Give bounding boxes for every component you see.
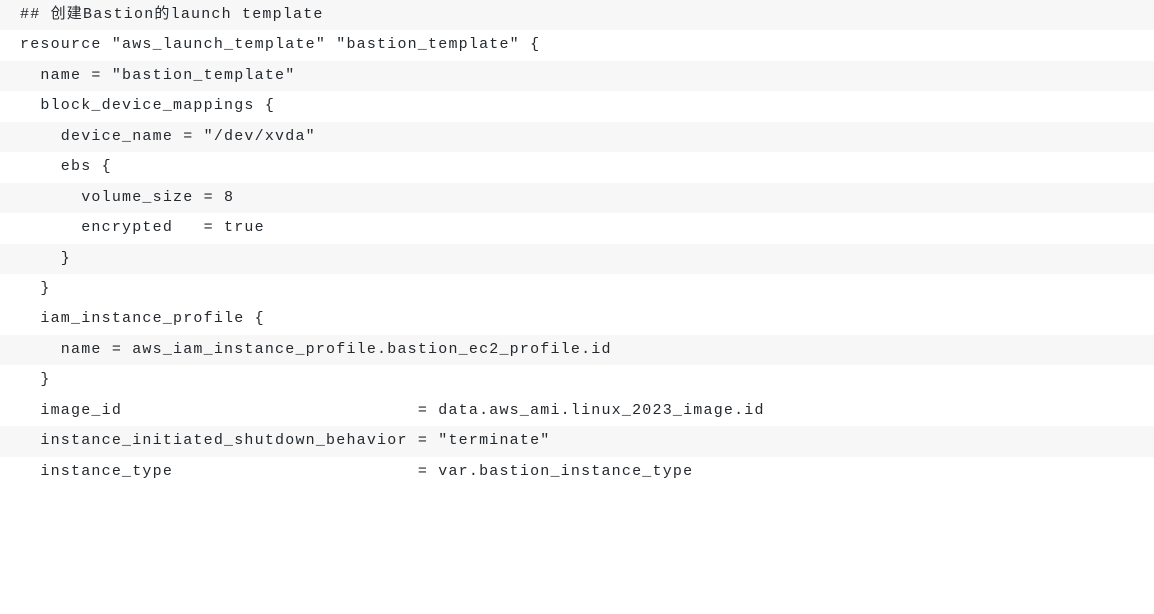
code-line: instance_initiated_shutdown_behavior = "…: [0, 426, 1154, 456]
code-line: ebs {: [0, 152, 1154, 182]
code-line: }: [0, 365, 1154, 395]
code-line: image_id = data.aws_ami.linux_2023_image…: [0, 396, 1154, 426]
code-line: name = aws_iam_instance_profile.bastion_…: [0, 335, 1154, 365]
code-line: ## 创建Bastion的launch template: [0, 0, 1154, 30]
code-line: iam_instance_profile {: [0, 304, 1154, 334]
code-line: }: [0, 244, 1154, 274]
code-line: instance_type = var.bastion_instance_typ…: [0, 457, 1154, 487]
code-block: ## 创建Bastion的launch template resource "a…: [0, 0, 1154, 487]
code-line: encrypted = true: [0, 213, 1154, 243]
code-line: volume_size = 8: [0, 183, 1154, 213]
code-line: name = "bastion_template": [0, 61, 1154, 91]
code-line: resource "aws_launch_template" "bastion_…: [0, 30, 1154, 60]
code-line: block_device_mappings {: [0, 91, 1154, 121]
code-line: }: [0, 274, 1154, 304]
code-line: device_name = "/dev/xvda": [0, 122, 1154, 152]
